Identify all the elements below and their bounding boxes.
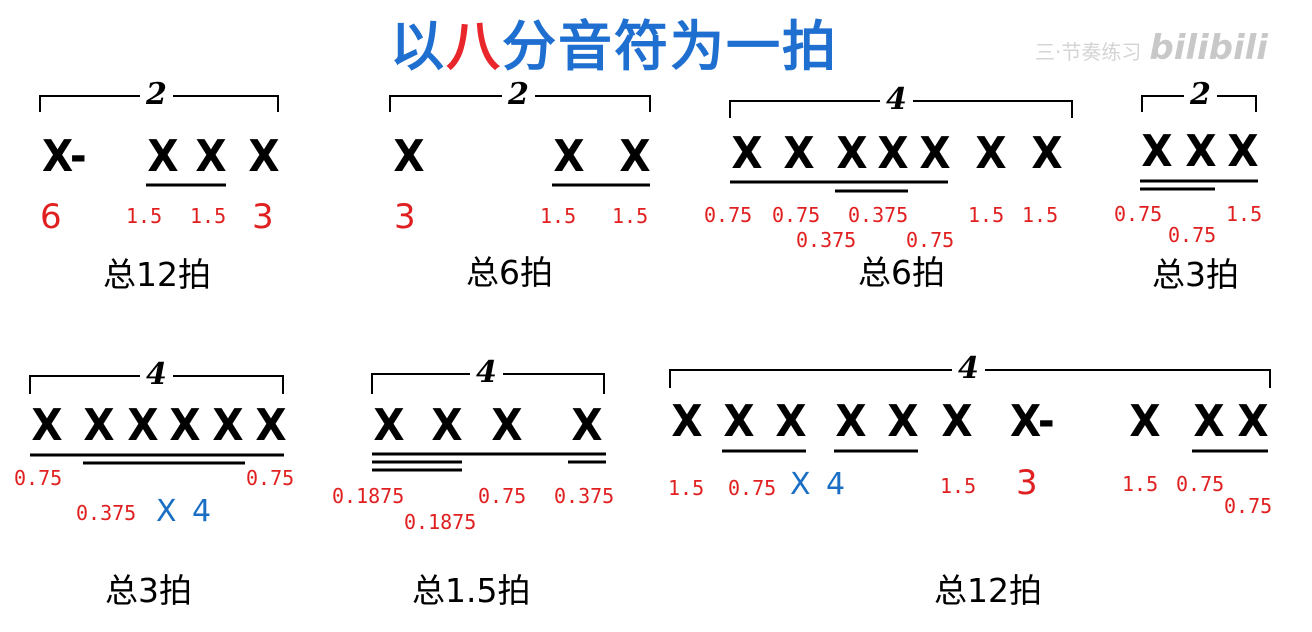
rhythm-note: X <box>1031 128 1063 179</box>
rhythm-note: X <box>836 128 868 179</box>
rhythm-note: X <box>147 131 179 182</box>
rhythm-note: X <box>975 128 1007 179</box>
rhythm-note: X <box>31 400 63 451</box>
rhythm-note: X <box>887 396 919 447</box>
total-beats: 总12拍 <box>934 571 1042 610</box>
duration-label: 1.5 <box>126 204 163 228</box>
duration-label: 3 <box>394 197 416 237</box>
duration-label: 1.5 <box>968 203 1005 227</box>
rhythm-note: X <box>835 396 867 447</box>
tuplet-number: 2 <box>140 80 173 110</box>
tuplet-number: 2 <box>502 80 535 110</box>
duration-label: 0.75 <box>14 466 63 490</box>
tuplet-number: 4 <box>470 358 503 388</box>
rhythm-note: X <box>127 400 159 451</box>
total-beats: 总1.5拍 <box>412 571 531 610</box>
rhythm-note: X <box>373 400 405 451</box>
rhythm-note: X <box>83 400 115 451</box>
rhythm-note: X <box>1129 396 1161 447</box>
rhythm-note: X <box>1141 126 1173 177</box>
rhythm-note: X <box>169 400 201 451</box>
tuplet-number: 4 <box>880 85 913 115</box>
duration-label: 0.75 <box>1176 472 1225 496</box>
duration-label: 0.75 <box>246 466 295 490</box>
rhythm-note: X <box>1185 126 1217 177</box>
duration-label: 1.5 <box>940 474 977 498</box>
duration-label: 1.5 <box>540 204 577 228</box>
duration-label: 3 <box>1016 463 1038 503</box>
title-part: 以 <box>390 15 446 78</box>
rhythm-note: X <box>571 400 603 451</box>
rhythm-note: X <box>491 400 523 451</box>
duration-label: 0.375 <box>76 501 137 525</box>
rhythm-note: X <box>783 128 815 179</box>
total-beats: 总12拍 <box>103 255 211 294</box>
rhythm-note: X <box>195 131 227 182</box>
duration-label: 1.5 <box>668 476 705 500</box>
duration-label: 1.5 <box>1022 203 1059 227</box>
duration-label: 0.75 <box>1114 202 1163 226</box>
multiplier-value: 4 <box>826 467 846 502</box>
rhythm-note: X <box>723 396 755 447</box>
rhythm-note: X <box>212 400 244 451</box>
duration-label: 1.5 <box>1226 202 1263 226</box>
duration-label: 0.75 <box>772 203 821 227</box>
duration-label: 0.375 <box>796 228 857 252</box>
rhythm-note: X- <box>41 131 87 182</box>
duration-label: 0.375 <box>848 203 909 227</box>
rhythm-note: X <box>1237 396 1269 447</box>
tuplet-number: 4 <box>140 360 173 390</box>
watermark: 三·节奏练习 bilibili <box>1035 28 1268 68</box>
rhythm-note: X <box>1227 126 1259 177</box>
notation-lines <box>29 95 1271 472</box>
rhythm-note: X <box>248 131 280 182</box>
total-beats: 总3拍 <box>1152 255 1239 294</box>
rhythm-note: X <box>619 131 651 182</box>
duration-label: 0.75 <box>478 484 527 508</box>
total-beats: 总6拍 <box>466 253 553 292</box>
duration-label: 0.75 <box>728 476 777 500</box>
rhythm-note: X <box>919 128 951 179</box>
duration-label: 0.75 <box>1224 494 1273 518</box>
duration-label: 1.5 <box>190 204 227 228</box>
rhythm-note: X <box>431 400 463 451</box>
rhythm-note: X <box>393 131 425 182</box>
rhythm-note: X <box>671 396 703 447</box>
multiplier-sign: X <box>156 494 177 529</box>
bilibili-logo: bilibili <box>1149 28 1268 68</box>
duration-label: 1.5 <box>1122 472 1159 496</box>
duration-label: 1.5 <box>612 204 649 228</box>
duration-label: 0.1875 <box>332 484 405 508</box>
multiplier-value: 4 <box>192 494 212 529</box>
watermark-text: 三·节奏练习 <box>1035 40 1142 64</box>
rhythm-note: X <box>941 396 973 447</box>
rhythm-note: X <box>553 131 585 182</box>
total-beats: 总6拍 <box>858 253 945 292</box>
duration-label: 0.75 <box>704 203 753 227</box>
total-beats: 总3拍 <box>105 571 192 610</box>
rhythm-note: X <box>1193 396 1225 447</box>
duration-label: 0.375 <box>554 484 615 508</box>
rhythm-note: X <box>255 400 287 451</box>
rhythm-note: X <box>775 396 807 447</box>
tuplet-number: 2 <box>1184 80 1217 110</box>
tuplet-number: 4 <box>952 354 985 384</box>
rhythm-note: X <box>877 128 909 179</box>
duration-label: 0.75 <box>906 228 955 252</box>
duration-label: 0.75 <box>1168 223 1217 247</box>
rhythm-note: X- <box>1009 396 1055 447</box>
duration-label: 6 <box>40 197 62 237</box>
page-title: 以八分音符为一拍 <box>390 2 838 78</box>
rhythm-note: X <box>731 128 763 179</box>
title-part: 分音符为一拍 <box>502 15 838 78</box>
title-part: 八 <box>446 15 502 78</box>
duration-label: 0.1875 <box>404 510 477 534</box>
duration-label: 3 <box>252 197 274 237</box>
multiplier-sign: X <box>790 467 811 502</box>
